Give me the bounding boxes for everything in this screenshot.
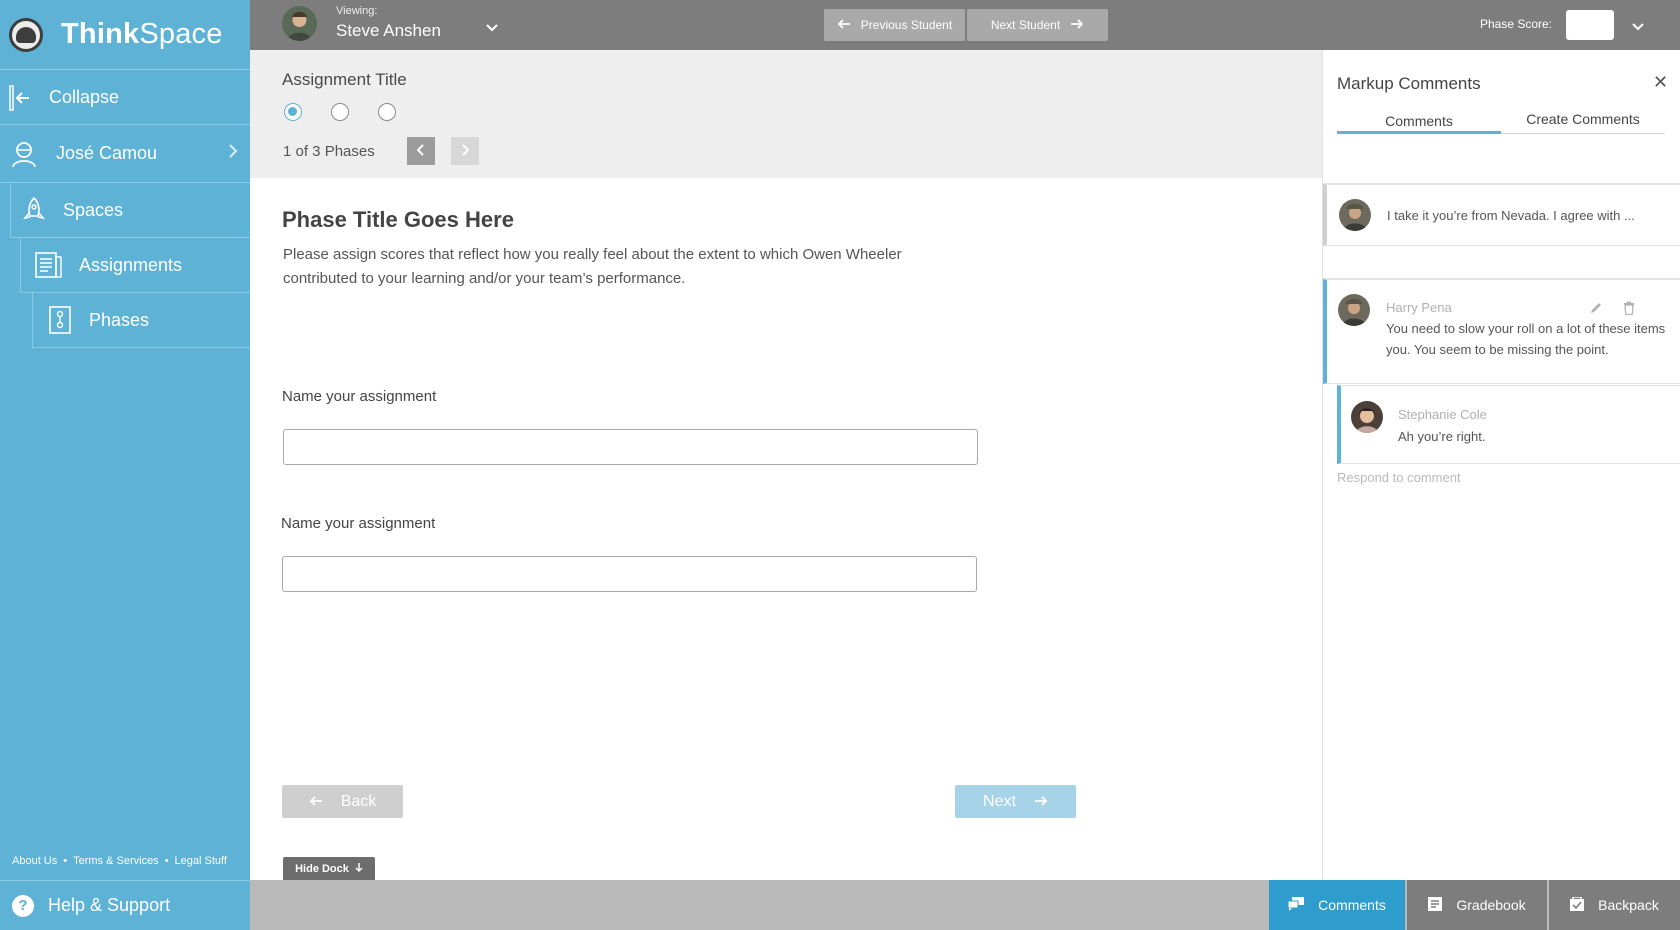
phase-radio-2[interactable]	[331, 103, 349, 121]
dock-backpack-button[interactable]: Backpack	[1549, 880, 1680, 930]
chevron-right-icon	[228, 143, 238, 164]
tab-comments[interactable]: Comments	[1337, 110, 1501, 134]
close-icon[interactable]: ✕	[1653, 72, 1668, 93]
chevron-right-icon	[461, 143, 470, 159]
chat-icon	[1287, 896, 1305, 914]
comment-open[interactable]: Harry Pena You need to slow your roll on…	[1323, 279, 1680, 384]
previous-phase-button[interactable]	[407, 137, 435, 165]
collapse-arrow-icon	[9, 84, 31, 111]
bottom-dock: Comments Gradebook Backpack	[250, 880, 1680, 930]
back-button[interactable]: Back	[282, 785, 403, 818]
chevron-down-icon[interactable]	[485, 20, 499, 38]
arrow-right-icon	[1034, 793, 1048, 811]
back-label: Back	[340, 792, 377, 810]
phase-score-label: Phase Score:	[1480, 17, 1553, 31]
backpack-icon	[1570, 895, 1585, 914]
previous-student-button[interactable]: Previous Student	[824, 9, 965, 41]
phase-radio-3[interactable]	[378, 103, 396, 121]
previous-student-label: Previous Student	[860, 18, 953, 32]
footer-link-terms[interactable]: Terms & Services	[73, 855, 159, 867]
comment-snippet: I take it you’re from Nevada. I agree wi…	[1387, 208, 1635, 223]
footer-link-about[interactable]: About Us	[12, 855, 57, 867]
arrow-down-icon	[355, 862, 363, 876]
collapse-label: Collapse	[49, 87, 120, 107]
arrow-left-icon	[837, 18, 851, 32]
next-student-label: Next Student	[990, 18, 1061, 32]
phase-header: Assignment Title 1 of 3 Phases	[250, 50, 1322, 178]
student-avatar	[282, 6, 317, 41]
markup-comments-panel: Markup Comments ✕ Comments Create Commen…	[1322, 50, 1680, 880]
phases-icon	[49, 306, 71, 334]
top-bar: Viewing: Steve Anshen Previous Student N…	[250, 0, 1680, 50]
comment-text-line1: You need to slow your roll on a lot of t…	[1386, 321, 1666, 336]
user-name: José Camou	[56, 143, 158, 163]
assignment-name-input-2[interactable]	[282, 556, 977, 592]
tab-create-comments[interactable]: Create Comments	[1501, 110, 1665, 134]
field-label: Name your assignment	[282, 388, 437, 405]
next-student-button[interactable]: Next Student	[967, 9, 1108, 41]
next-label: Next	[983, 792, 1016, 810]
comment-collapsed[interactable]: I take it you’re from Nevada. I agree wi…	[1323, 184, 1680, 246]
next-button[interactable]: Next	[955, 785, 1076, 818]
reply-text: Ah you’re right.	[1398, 429, 1486, 444]
phase-radio-1[interactable]	[284, 103, 302, 121]
footer-link-legal[interactable]: Legal Stuff	[175, 855, 227, 867]
hide-dock-label: Hide Dock	[295, 863, 349, 875]
respond-to-comment-input[interactable]: Respond to comment	[1337, 470, 1461, 485]
commenter-avatar	[1351, 401, 1383, 433]
assignment-title: Assignment Title	[282, 70, 407, 89]
comment-reply[interactable]: Stephanie Cole Ah you’re right.	[1337, 385, 1680, 464]
dock-gradebook-label: Gradebook	[1456, 897, 1526, 913]
footer-links: About Us • Terms & Services • Legal Stuff	[12, 855, 227, 867]
sidebar-item-label: Spaces	[63, 199, 124, 220]
help-label: Help & Support	[48, 895, 171, 915]
comment-author: Harry Pena	[1386, 300, 1452, 315]
user-icon	[10, 140, 38, 168]
sidebar: ThinkSpace Collapse José Camou Spaces As…	[0, 0, 250, 930]
field-label: Name your assignment	[281, 515, 436, 532]
comment-text-line2: you. You seem to be missing the point.	[1386, 342, 1609, 357]
hide-dock-button[interactable]: Hide Dock	[283, 857, 375, 881]
panel-title: Markup Comments	[1337, 74, 1481, 93]
gradebook-icon	[1428, 896, 1443, 914]
dock-gradebook-button[interactable]: Gradebook	[1407, 880, 1547, 930]
sidebar-item-assignments[interactable]: Assignments	[20, 238, 250, 293]
dock-backpack-label: Backpack	[1598, 897, 1659, 913]
collapse-button[interactable]: Collapse	[0, 71, 250, 125]
sidebar-item-label: Assignments	[79, 254, 183, 275]
viewing-label: Viewing:	[336, 5, 378, 17]
sidebar-item-phases[interactable]: Phases	[32, 293, 250, 348]
student-name[interactable]: Steve Anshen	[336, 21, 441, 41]
sidebar-item-spaces[interactable]: Spaces	[10, 183, 250, 238]
chevron-left-icon	[416, 143, 425, 159]
arrow-left-icon	[309, 793, 323, 811]
rocket-icon	[21, 196, 47, 224]
user-menu[interactable]: José Camou	[0, 125, 250, 183]
help-support-button[interactable]: ? Help & Support	[0, 880, 250, 930]
reply-author: Stephanie Cole	[1398, 407, 1487, 422]
phase-description: Please assign scores that reflect how yo…	[283, 246, 902, 287]
commenter-avatar	[1339, 199, 1371, 231]
chevron-down-icon[interactable]	[1631, 19, 1645, 37]
phase-score-input[interactable]	[1566, 10, 1614, 40]
help-icon: ?	[12, 894, 34, 917]
thinkspace-logo	[9, 17, 43, 52]
app-name: ThinkSpace	[61, 18, 223, 50]
dock-comments-label: Comments	[1318, 897, 1386, 913]
assignment-name-input-1[interactable]	[283, 429, 978, 465]
commenter-avatar	[1338, 294, 1370, 326]
dock-comments-button[interactable]: Comments	[1269, 880, 1405, 930]
phase-title: Phase Title Goes Here	[282, 207, 514, 232]
next-phase-button[interactable]	[451, 137, 479, 165]
brand: ThinkSpace	[0, 0, 250, 70]
document-icon	[35, 251, 63, 279]
phase-count: 1 of 3 Phases	[283, 143, 375, 160]
sidebar-item-label: Phases	[89, 309, 150, 330]
arrow-right-icon	[1070, 18, 1084, 32]
